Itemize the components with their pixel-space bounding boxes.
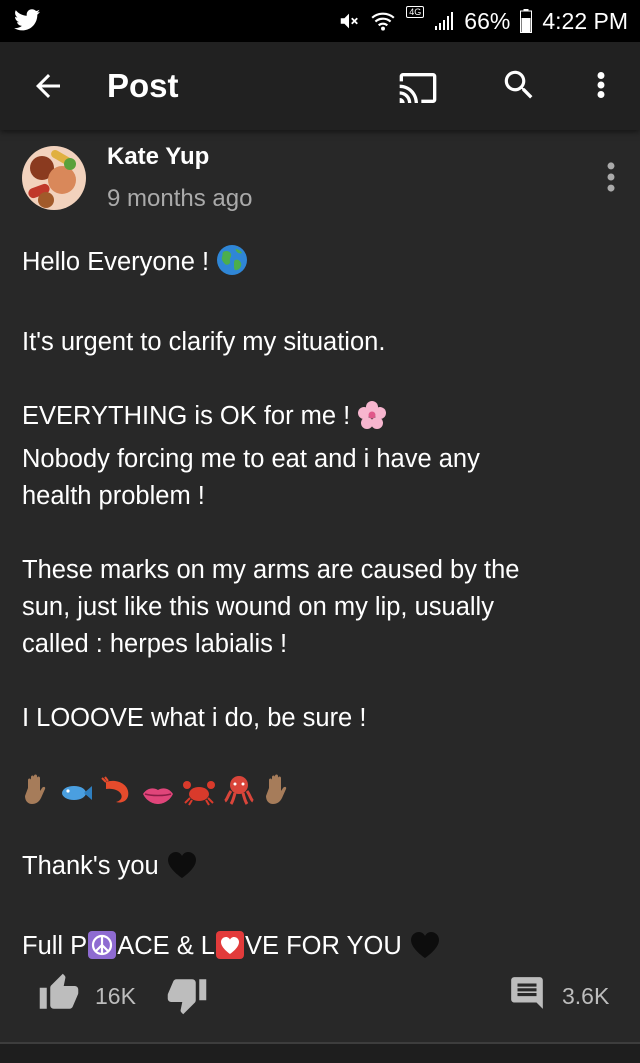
post-actions: 16K 3.6K <box>0 970 640 1020</box>
raised-hand-icon <box>22 774 52 817</box>
post-line: Hello Everyone ! <box>22 248 210 276</box>
like-count: 16K <box>95 983 136 1009</box>
post-line: These marks on my arms are caused by the <box>22 556 520 584</box>
post-line: health problem ! <box>22 482 205 510</box>
thumbs-down-icon[interactable] <box>166 974 208 1021</box>
clock: 4:22 PM <box>542 7 628 34</box>
post-line: EVERYTHING is OK for me ! <box>22 402 351 430</box>
post-line: sun, just like this wound on my lip, usu… <box>22 593 494 621</box>
post-more-icon[interactable] <box>598 158 624 201</box>
post-body: Hello Everyone ! It's urgent to clarify … <box>22 244 602 971</box>
status-bar: 4G 66% 4:22 PM <box>0 0 640 42</box>
wifi-icon <box>370 10 396 32</box>
avatar[interactable] <box>22 146 86 210</box>
comment-count: 3.6K <box>562 983 610 1009</box>
post-line: Thank's you <box>22 852 159 880</box>
search-icon[interactable] <box>500 66 538 109</box>
post-line: Full P <box>22 932 88 960</box>
raised-hand-icon <box>263 774 293 817</box>
post-line: called : herpes labialis ! <box>22 630 288 658</box>
thumbs-up-icon[interactable] <box>38 972 80 1019</box>
peace-symbol-icon <box>88 931 117 959</box>
post-line: It's urgent to clarify my situation. <box>22 328 386 356</box>
heart-icon <box>215 931 244 959</box>
app-bar: Post <box>0 42 640 130</box>
cast-icon[interactable] <box>396 68 440 113</box>
author-name[interactable]: Kate Yup <box>107 143 209 171</box>
4g-icon: 4G <box>406 6 425 27</box>
post-line: ACE & L <box>117 932 215 960</box>
battery-percent: 66% <box>464 7 511 34</box>
emoji-row <box>22 774 602 811</box>
battery-icon <box>520 9 533 33</box>
post-line: I LOOOVE what i do, be sure ! <box>22 704 367 732</box>
next-item-edge <box>0 1044 640 1063</box>
post-line: Nobody forcing me to eat and i have any <box>22 445 480 473</box>
mute-icon <box>338 10 360 32</box>
twitter-bird-icon <box>14 8 40 32</box>
signal-icon <box>434 11 454 31</box>
black-heart-icon <box>409 930 441 971</box>
shrimp-icon <box>100 776 134 817</box>
octopus-icon <box>223 774 255 817</box>
globe-icon <box>216 244 248 287</box>
comment-icon[interactable] <box>508 974 546 1017</box>
cherry-blossom-icon <box>357 400 387 441</box>
black-heart-icon <box>166 850 198 891</box>
crab-icon <box>182 778 216 817</box>
page-title: Post <box>107 67 179 104</box>
post-time: 9 months ago <box>107 185 253 212</box>
back-arrow-icon[interactable] <box>30 68 70 108</box>
fish-icon <box>59 780 93 817</box>
lips-icon <box>141 780 175 817</box>
more-vert-icon[interactable] <box>588 66 614 109</box>
post-line: VE FOR YOU <box>244 932 402 960</box>
